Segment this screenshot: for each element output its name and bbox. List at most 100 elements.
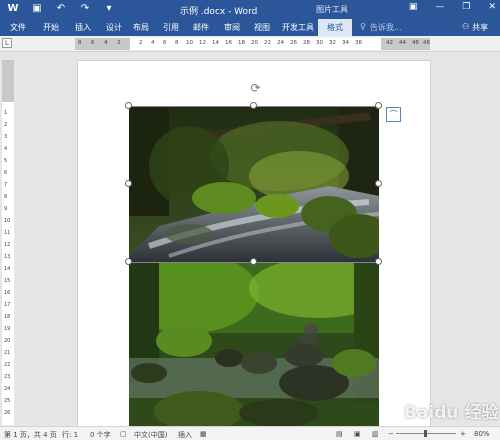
resize-handle-s[interactable] [250, 258, 257, 265]
redo-icon[interactable]: ↷ [78, 3, 92, 14]
quick-access-toolbar: W ▣ ↶ ↷ ▾ [6, 3, 116, 14]
tell-me-box[interactable]: ♀ 告诉我... [360, 22, 402, 33]
tab-home[interactable]: 开始 [43, 22, 59, 33]
ruler-number: 8 [78, 40, 82, 46]
person-icon: ⚇ [462, 22, 470, 31]
zoom-out-button[interactable]: − [388, 430, 394, 438]
tab-file[interactable]: 文件 [10, 22, 26, 33]
ruler-number: 8 [4, 194, 8, 200]
resize-handle-nw[interactable] [125, 102, 132, 109]
ruler-number: 18 [4, 314, 11, 320]
ruler-number: 42 [386, 40, 393, 46]
zoom-slider-thumb[interactable] [424, 430, 427, 437]
ruler-number: 1 [4, 110, 8, 116]
ruler-number: 12 [4, 242, 11, 248]
watermark-logo: Baidu 经验 [404, 403, 499, 423]
tab-format[interactable]: 格式 [318, 19, 352, 36]
language[interactable]: 中文(中国) [134, 430, 167, 440]
ruler-row: L 8 6 4 2 2 4 6 8 10 12 14 16 18 20 22 2… [0, 36, 500, 52]
ruler-number: 13 [4, 254, 11, 260]
status-bar: 第 1 页，共 4 页 行: 1 0 个字 ▢ 中文(中国) 插入 ▦ ▤ ▣ … [0, 426, 500, 440]
tab-selector[interactable]: L [2, 38, 12, 48]
rotate-handle-icon[interactable]: ⟳ [249, 82, 262, 95]
lightbulb-icon: ♀ [360, 22, 366, 31]
resize-handle-sw[interactable] [125, 258, 132, 265]
ruler-number: 3 [4, 134, 8, 140]
resize-handle-e[interactable] [375, 180, 382, 187]
tab-references[interactable]: 引用 [163, 22, 179, 33]
tab-layout[interactable]: 布局 [133, 22, 149, 33]
resize-handle-w[interactable] [125, 180, 132, 187]
tell-me-text: 告诉我... [369, 23, 402, 32]
macro-icon[interactable]: ▦ [200, 430, 207, 438]
undo-icon[interactable]: ↶ [54, 3, 68, 14]
layout-options-icon[interactable]: ⌒ [386, 107, 401, 122]
tab-mailings[interactable]: 邮件 [193, 22, 209, 33]
save-icon[interactable]: ▣ [30, 3, 44, 14]
ruler-number: 20 [4, 338, 11, 344]
ribbon-tabs: 文件 开始 插入 设计 布局 引用 邮件 审阅 视图 开发工具 格式 ♀ 告诉我… [0, 19, 500, 36]
customize-qat-icon[interactable]: ▾ [102, 3, 116, 14]
resize-handle-se[interactable] [375, 258, 382, 265]
selected-picture[interactable] [129, 106, 379, 262]
ruler-number: 6 [4, 170, 8, 176]
ruler-number: 46 [412, 40, 419, 46]
ruler-number: 10 [4, 218, 11, 224]
ruler-number: 2 [117, 40, 121, 46]
ruler-number: 12 [199, 40, 206, 46]
word-icon: W [7, 3, 19, 14]
tab-view[interactable]: 视图 [254, 22, 270, 33]
row-indicator[interactable]: 行: 1 [62, 430, 78, 440]
share-button[interactable]: ⚇ 共享 [462, 22, 488, 33]
top-margin-area [2, 60, 14, 102]
ruler-number: 6 [163, 40, 167, 46]
ruler-number: 2 [139, 40, 143, 46]
ruler-number: 6 [91, 40, 95, 46]
ruler-number: 15 [4, 278, 11, 284]
page-count[interactable]: 第 1 页，共 4 页 [4, 430, 57, 440]
ruler-number: 30 [316, 40, 323, 46]
ruler-number: 21 [4, 350, 11, 356]
tab-review[interactable]: 审阅 [224, 22, 240, 33]
web-layout-icon[interactable]: ▥ [372, 430, 379, 438]
ruler-number: 14 [4, 266, 11, 272]
close-button[interactable]: ✕ [488, 2, 496, 12]
zoom-level[interactable]: 80% [474, 430, 490, 438]
ribbon-display-button[interactable]: ▣ [409, 2, 418, 12]
second-picture[interactable] [129, 263, 379, 426]
ruler-number: 14 [212, 40, 219, 46]
ruler-number: 7 [4, 182, 8, 188]
vertical-ruler[interactable]: 1 2 3 4 5 6 7 8 9 10 11 12 13 14 15 16 1… [2, 60, 14, 425]
insert-mode[interactable]: 插入 [178, 430, 192, 440]
forest-stream-image [129, 106, 379, 262]
title-bar: W ▣ ↶ ↷ ▾ 示例 .docx - Word 图片工具 ▣ — ❐ ✕ [0, 0, 500, 19]
window-controls: ▣ — ❐ ✕ [409, 2, 496, 12]
left-margin-area [75, 38, 130, 50]
ruler-number: 4 [4, 146, 8, 152]
print-layout-icon[interactable]: ▣ [354, 430, 361, 438]
ruler-number: 36 [355, 40, 362, 46]
minimize-button[interactable]: — [435, 2, 444, 12]
proofing-icon[interactable]: ▢ [120, 430, 127, 438]
zoom-in-button[interactable]: + [460, 430, 466, 438]
picture-tools-label: 图片工具 [316, 5, 348, 14]
share-label: 共享 [472, 23, 489, 32]
ruler-number: 17 [4, 302, 11, 308]
ruler-number: 44 [399, 40, 406, 46]
horizontal-ruler[interactable]: 8 6 4 2 2 4 6 8 10 12 14 16 18 20 22 24 … [75, 38, 430, 50]
word-count[interactable]: 0 个字 [90, 430, 111, 440]
tab-design[interactable]: 设计 [106, 22, 122, 33]
ruler-number: 18 [238, 40, 245, 46]
read-mode-icon[interactable]: ▤ [336, 430, 343, 438]
tab-developer[interactable]: 开发工具 [282, 22, 314, 33]
resize-handle-n[interactable] [250, 102, 257, 109]
restore-button[interactable]: ❐ [462, 2, 470, 12]
ruler-number: 25 [4, 398, 11, 404]
document-title: 示例 .docx - Word [180, 7, 258, 17]
ruler-number: 10 [186, 40, 193, 46]
resize-handle-ne[interactable] [375, 102, 382, 109]
ruler-number: 22 [264, 40, 271, 46]
ruler-number: 16 [225, 40, 232, 46]
tab-insert[interactable]: 插入 [75, 22, 91, 33]
ruler-number: 24 [4, 386, 11, 392]
